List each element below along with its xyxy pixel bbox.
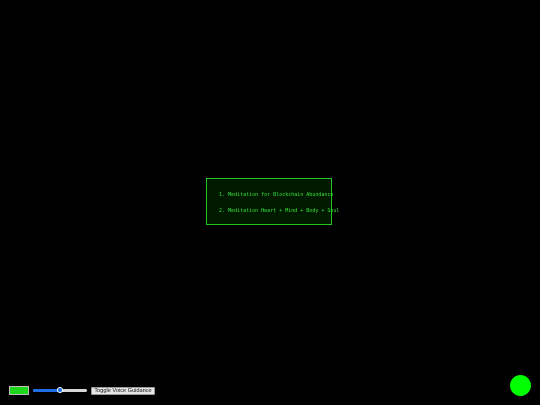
volume-slider-fill	[33, 389, 60, 392]
meditation-item-blockchain-abundance[interactable]: 1. Meditation for Blockchain Abundance	[219, 192, 333, 198]
status-indicator-dot[interactable]	[510, 375, 531, 396]
toggle-voice-guidance-button[interactable]: Toggle Voice Guidance	[91, 387, 155, 395]
volume-slider[interactable]	[33, 386, 87, 395]
color-picker-button[interactable]	[9, 386, 29, 395]
meditation-item-heart-mind-body-soul[interactable]: 2. Meditation Heart + Mind + Body + Soul	[219, 208, 339, 214]
meditation-menu: 1. Meditation for Blockchain Abundance 2…	[206, 178, 339, 225]
page: { "menu": { "items": [ { "label": "1. Me…	[0, 0, 540, 405]
volume-slider-thumb[interactable]	[57, 387, 63, 393]
